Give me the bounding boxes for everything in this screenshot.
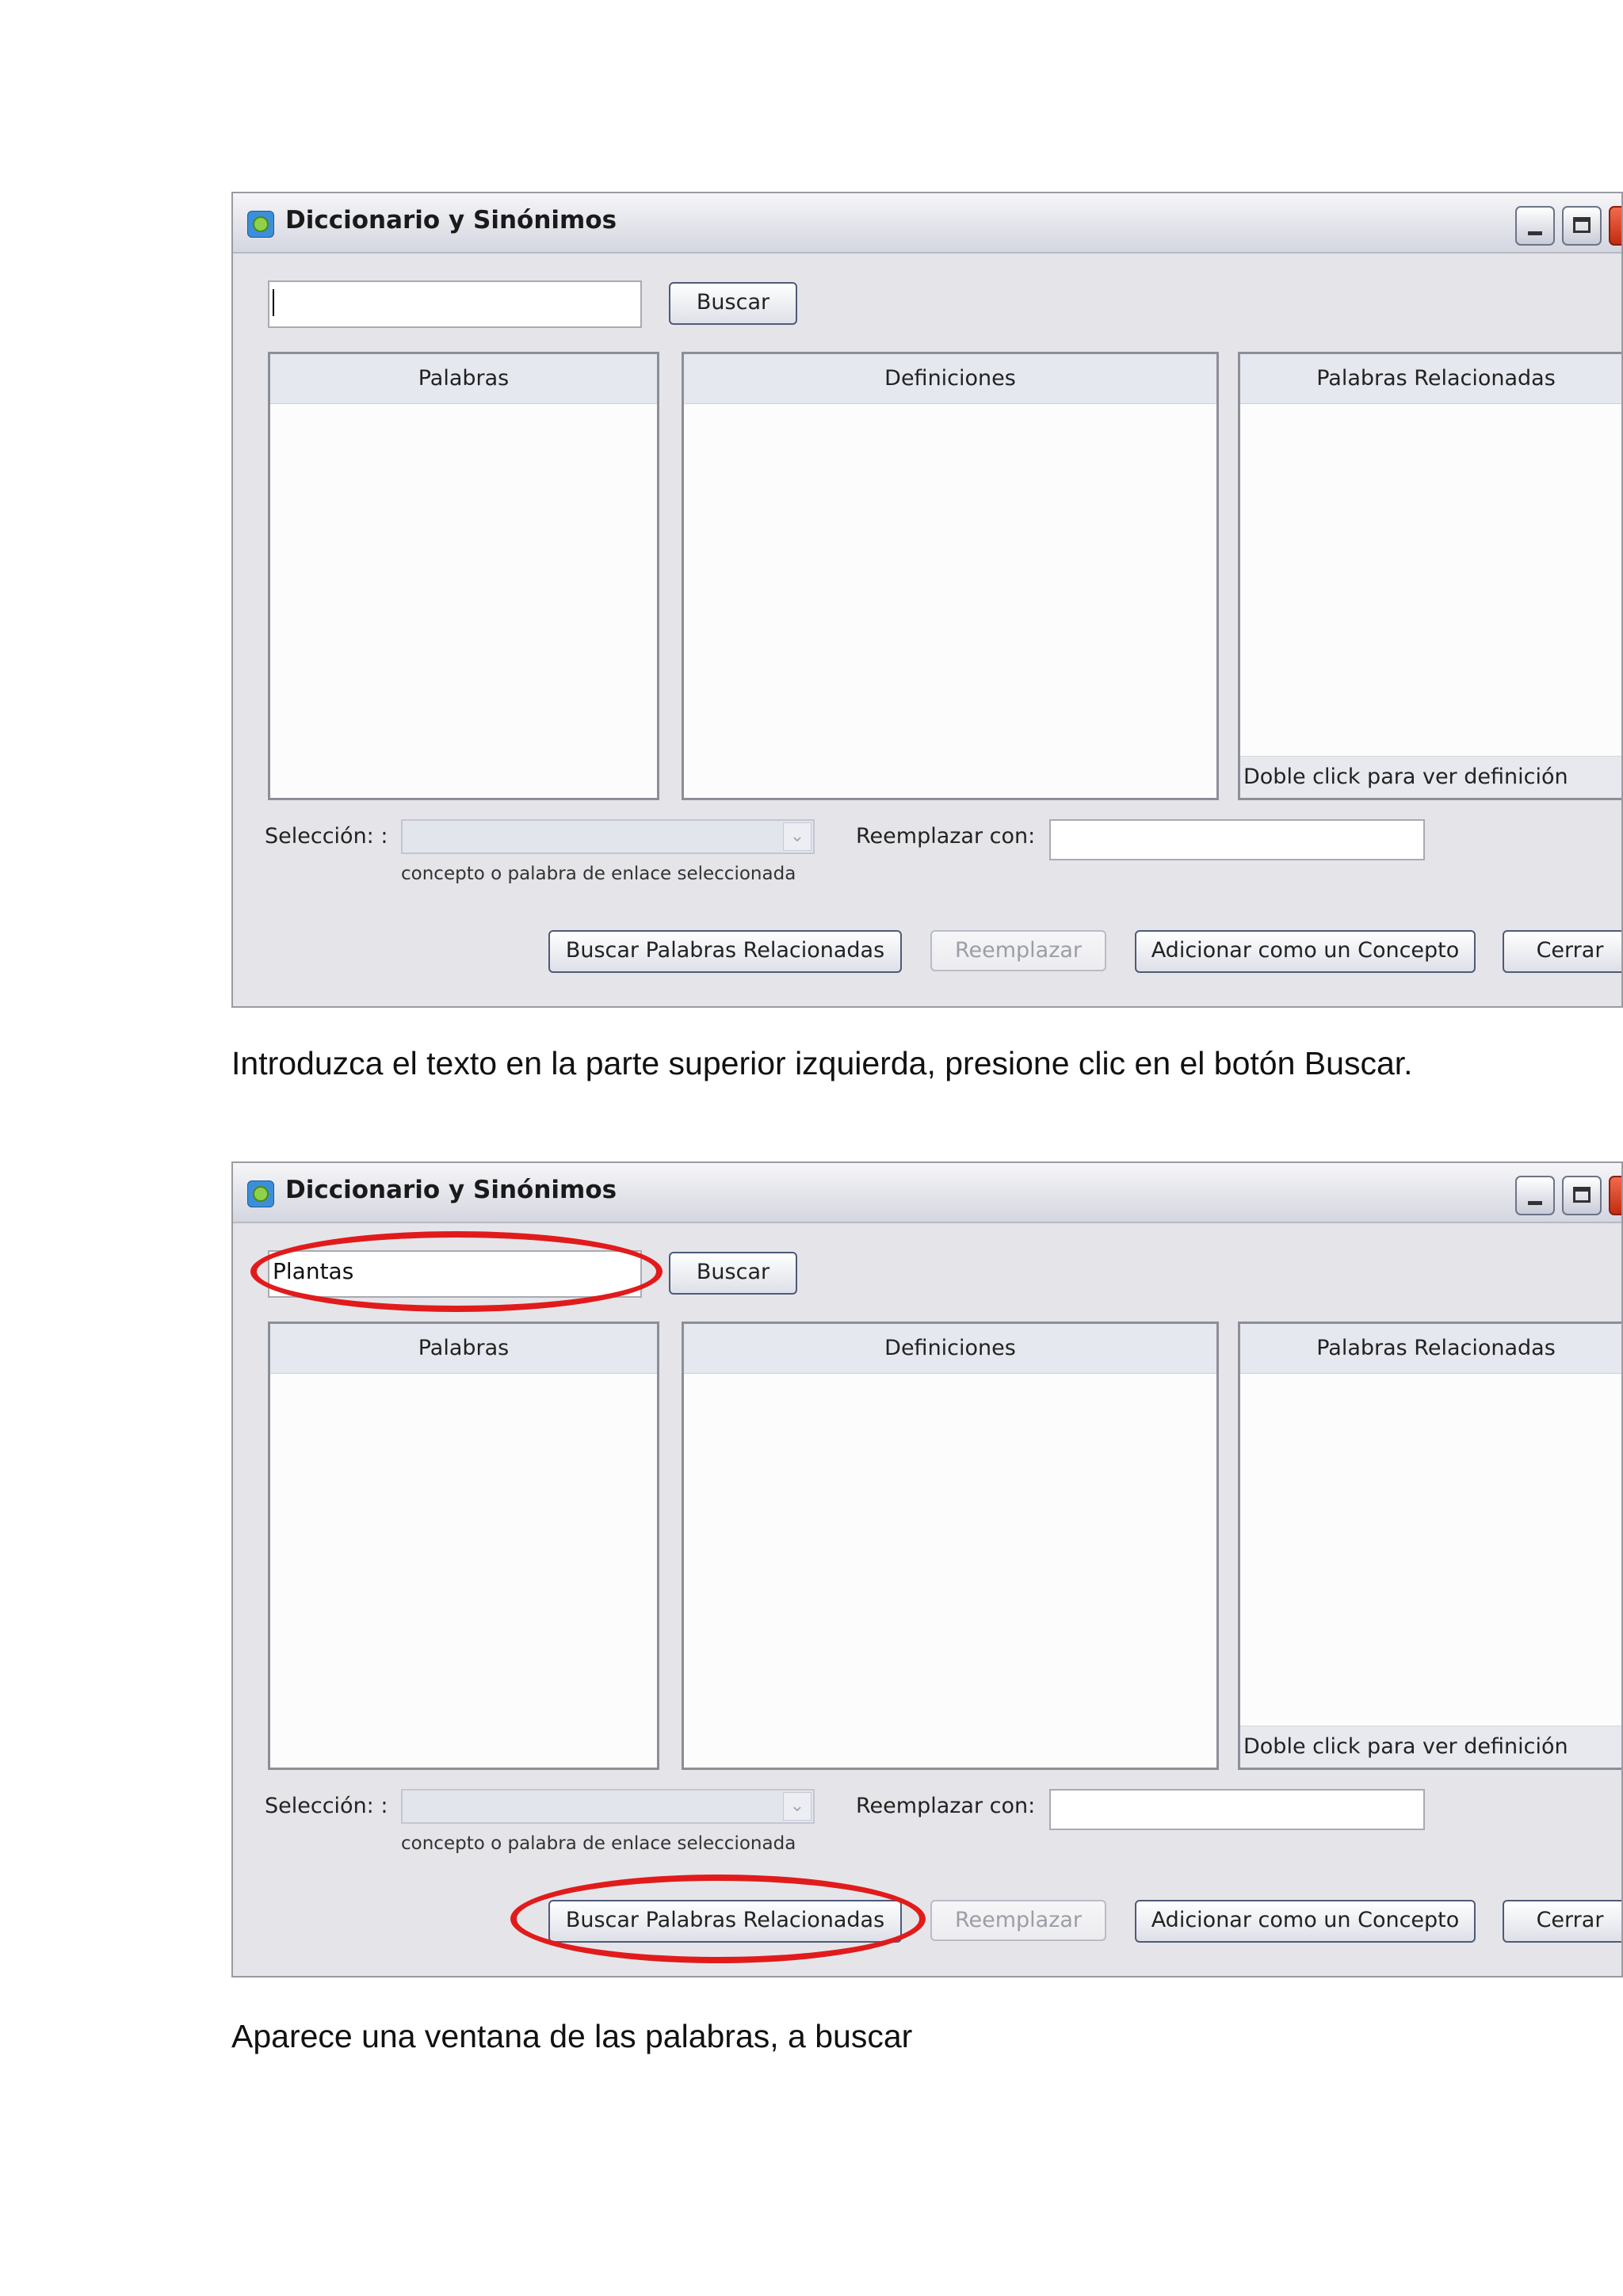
definitions-panel-header: Definiciones bbox=[684, 1324, 1216, 1374]
title-bar[interactable]: Diccionario y Sinónimos bbox=[233, 1163, 1621, 1223]
instruction-caption-1: Introduzca el texto en la parte superior… bbox=[231, 1045, 1413, 1081]
words-panel[interactable]: Palabras bbox=[268, 1322, 659, 1770]
selection-combo[interactable]: ⌄ bbox=[401, 1789, 815, 1824]
add-concept-button[interactable]: Adicionar como un Concepto bbox=[1135, 930, 1476, 973]
selection-combo[interactable]: ⌄ bbox=[401, 819, 815, 854]
related-words-footer: Doble click para ver definición bbox=[1240, 756, 1621, 798]
chevron-down-icon[interactable]: ⌄ bbox=[783, 1792, 812, 1821]
maximize-button[interactable] bbox=[1562, 206, 1602, 246]
minimize-button[interactable] bbox=[1515, 206, 1555, 246]
chevron-down-icon[interactable]: ⌄ bbox=[783, 822, 812, 851]
app-icon bbox=[247, 1180, 274, 1207]
window-title: Diccionario y Sinónimos bbox=[285, 206, 617, 235]
replace-label: Reemplazar con: bbox=[856, 1794, 1036, 1818]
search-input-highlight-ellipse bbox=[250, 1231, 663, 1312]
selection-label: Selección: : bbox=[265, 824, 388, 849]
close-button[interactable]: Cerrar bbox=[1503, 930, 1621, 973]
minimize-button[interactable] bbox=[1515, 1176, 1555, 1215]
close-window-button[interactable] bbox=[1609, 206, 1621, 246]
replace-button[interactable]: Reemplazar bbox=[930, 930, 1106, 971]
replace-label: Reemplazar con: bbox=[856, 824, 1036, 849]
related-words-panel[interactable]: Palabras Relacionadas Doble click para v… bbox=[1238, 352, 1621, 800]
text-caret bbox=[273, 289, 274, 316]
maximize-button[interactable] bbox=[1562, 1176, 1602, 1215]
search-input[interactable] bbox=[268, 280, 642, 328]
related-words-panel[interactable]: Palabras Relacionadas Doble click para v… bbox=[1238, 1322, 1621, 1770]
title-bar[interactable]: Diccionario y Sinónimos bbox=[233, 193, 1621, 254]
definitions-panel[interactable]: Definiciones bbox=[682, 352, 1219, 800]
words-panel-header: Palabras bbox=[270, 354, 657, 404]
related-words-footer: Doble click para ver definición bbox=[1240, 1726, 1621, 1768]
dictionary-window-1: Diccionario y Sinónimos Buscar Palabras … bbox=[231, 192, 1623, 1008]
window-title: Diccionario y Sinónimos bbox=[285, 1176, 617, 1204]
app-icon bbox=[247, 211, 274, 238]
close-window-button[interactable] bbox=[1609, 1176, 1621, 1215]
related-button-highlight-ellipse bbox=[510, 1875, 926, 1963]
close-button[interactable]: Cerrar bbox=[1503, 1900, 1621, 1943]
search-related-button[interactable]: Buscar Palabras Relacionadas bbox=[548, 930, 902, 973]
definitions-panel[interactable]: Definiciones bbox=[682, 1322, 1219, 1770]
replace-button[interactable]: Reemplazar bbox=[930, 1900, 1106, 1941]
words-panel-header: Palabras bbox=[270, 1324, 657, 1374]
selection-hint: concepto o palabra de enlace seleccionad… bbox=[401, 864, 796, 884]
search-button[interactable]: Buscar bbox=[669, 1252, 797, 1295]
related-words-panel-header: Palabras Relacionadas bbox=[1240, 1324, 1621, 1374]
selection-hint: concepto o palabra de enlace seleccionad… bbox=[401, 1833, 796, 1854]
instruction-caption-2: Aparece una ventana de las palabras, a b… bbox=[231, 2018, 913, 2054]
words-panel[interactable]: Palabras bbox=[268, 352, 659, 800]
search-button[interactable]: Buscar bbox=[669, 282, 797, 325]
definitions-panel-header: Definiciones bbox=[684, 354, 1216, 404]
related-words-panel-header: Palabras Relacionadas bbox=[1240, 354, 1621, 404]
replace-input[interactable] bbox=[1049, 819, 1425, 860]
add-concept-button[interactable]: Adicionar como un Concepto bbox=[1135, 1900, 1476, 1943]
replace-input[interactable] bbox=[1049, 1789, 1425, 1830]
selection-label: Selección: : bbox=[265, 1794, 388, 1818]
